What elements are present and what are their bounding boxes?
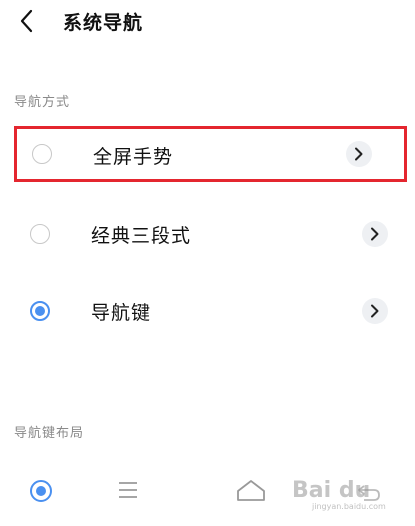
- section-label-key-layout: 导航键布局: [14, 426, 85, 441]
- header: 系统导航: [0, 0, 415, 44]
- menu-icon: [119, 482, 137, 498]
- radio-button-checked[interactable]: [30, 480, 52, 502]
- watermark: Bai du: [292, 478, 371, 503]
- watermark-subtext: jingyan.baidu.com: [312, 502, 386, 511]
- detail-button[interactable]: [362, 298, 388, 324]
- option-fullscreen-gesture[interactable]: 全屏手势: [14, 126, 407, 182]
- option-classic-three-key[interactable]: 经典三段式: [14, 207, 407, 263]
- home-icon: [237, 480, 265, 501]
- chevron-right-icon: [371, 227, 379, 241]
- chevron-left-icon: [20, 9, 33, 33]
- page-title: 系统导航: [63, 12, 144, 34]
- option-label: 导航键: [91, 302, 152, 324]
- section-label-nav-mode: 导航方式: [14, 95, 71, 110]
- option-nav-keys[interactable]: 导航键: [14, 284, 407, 340]
- system-navigation-screen: 系统导航 导航方式 全屏手势 经典三段式 导航键 导航键布局 Bai du ji…: [0, 0, 415, 526]
- radio-button-checked[interactable]: [30, 301, 50, 321]
- back-button[interactable]: [12, 6, 42, 36]
- option-label: 经典三段式: [91, 225, 192, 247]
- chevron-right-icon: [371, 304, 379, 318]
- chevron-right-icon: [355, 147, 363, 161]
- detail-button[interactable]: [362, 221, 388, 247]
- radio-button[interactable]: [30, 224, 50, 244]
- detail-button[interactable]: [346, 141, 372, 167]
- option-label: 全屏手势: [93, 146, 174, 168]
- radio-button[interactable]: [32, 144, 52, 164]
